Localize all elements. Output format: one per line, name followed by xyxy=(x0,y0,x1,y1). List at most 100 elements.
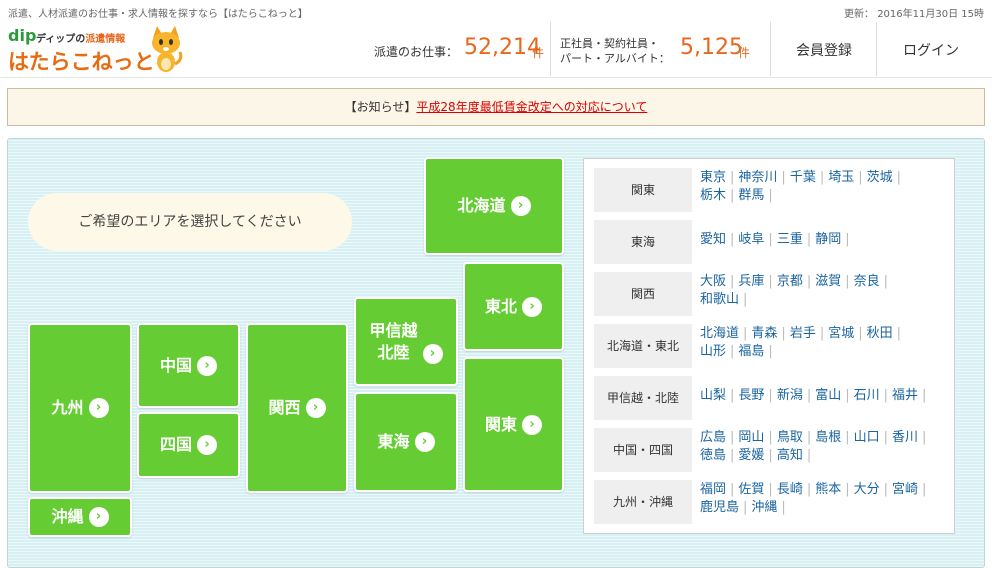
prefecture-link[interactable]: 栃木 xyxy=(700,188,726,203)
separator: | xyxy=(730,482,735,497)
prefecture-link[interactable]: 愛媛 xyxy=(738,448,764,463)
prefecture-link[interactable]: 三重 xyxy=(777,232,803,247)
region-okinawa-button[interactable]: 沖縄 › xyxy=(28,497,132,537)
prefecture-link[interactable]: 徳島 xyxy=(700,448,726,463)
separator: | xyxy=(730,448,735,463)
prefecture-link[interactable]: 静岡 xyxy=(815,232,841,247)
prefecture-link[interactable]: 長野 xyxy=(738,388,764,403)
prefecture-link[interactable]: 香川 xyxy=(892,430,918,445)
prefecture-link[interactable]: 青森 xyxy=(751,326,777,341)
prefecture-link[interactable]: 京都 xyxy=(777,274,803,289)
prefecture-link[interactable]: 山形 xyxy=(700,344,726,359)
prefecture-link[interactable]: 長崎 xyxy=(777,482,803,497)
chevron-right-icon: › xyxy=(414,432,435,452)
prefecture-link[interactable]: 高知 xyxy=(777,448,803,463)
prefecture-link[interactable]: 奈良 xyxy=(854,274,880,289)
separator: | xyxy=(845,388,850,403)
prefecture-link[interactable]: 岡山 xyxy=(738,430,764,445)
separator: | xyxy=(845,430,850,445)
site-header: dip ディップの派遣情報 はたらこねっと 派遣のお仕事： 52,214 件 正… xyxy=(0,22,992,78)
prefecture-link[interactable]: 千葉 xyxy=(790,170,816,185)
separator: | xyxy=(730,170,735,185)
register-button[interactable]: 会員登録 xyxy=(772,22,877,76)
prefecture-link[interactable]: 佐賀 xyxy=(738,482,764,497)
separator: | xyxy=(768,430,773,445)
prefecture-link[interactable]: 茨城 xyxy=(867,170,893,185)
other-unit: 件 xyxy=(738,46,751,60)
prefecture-link[interactable]: 島根 xyxy=(815,430,841,445)
notice-link[interactable]: 平成28年度最低賃金改定への対応について xyxy=(416,100,647,114)
area-name: 東海 xyxy=(594,220,692,264)
chevron-right-icon: › xyxy=(197,435,217,455)
region-kanto-button[interactable]: 関東 › xyxy=(463,357,564,492)
prefecture-link[interactable]: 沖縄 xyxy=(751,500,777,515)
region-chugoku-button[interactable]: 中国 › xyxy=(137,323,240,408)
top-strip: 派遣、人材派遣のお仕事・求人情報を探すなら【はたらこねっと】 更新： 2016年… xyxy=(0,0,992,22)
prefecture-link[interactable]: 秋田 xyxy=(867,326,893,341)
prefecture-link[interactable]: 愛知 xyxy=(700,232,726,247)
login-button[interactable]: ログイン xyxy=(877,22,985,76)
separator: | xyxy=(743,292,748,307)
prefecture-link[interactable]: 滋賀 xyxy=(815,274,841,289)
region-koshinetsu-hokuriku-button[interactable]: 甲信越 北陸 › xyxy=(354,297,458,386)
prefecture-link[interactable]: 福岡 xyxy=(700,482,726,497)
prefecture-link[interactable]: 大阪 xyxy=(700,274,726,289)
prefecture-link[interactable]: 神奈川 xyxy=(738,170,777,185)
prefecture-link[interactable]: 岐阜 xyxy=(738,232,764,247)
prefecture-link[interactable]: 埼玉 xyxy=(828,170,854,185)
prefecture-link[interactable]: 石川 xyxy=(854,388,880,403)
prefecture-link[interactable]: 鳥取 xyxy=(777,430,803,445)
prefecture-link[interactable]: 福島 xyxy=(738,344,764,359)
prefecture-link[interactable]: 鹿児島 xyxy=(700,500,739,515)
prefecture-link[interactable]: 北海道 xyxy=(700,326,739,341)
prefecture-link[interactable]: 岩手 xyxy=(790,326,816,341)
separator: | xyxy=(781,500,786,515)
chevron-right-icon: › xyxy=(422,344,443,364)
chevron-right-icon: › xyxy=(522,296,542,317)
prefecture-link[interactable]: 熊本 xyxy=(815,482,841,497)
separator: | xyxy=(819,170,825,185)
prefecture-link[interactable]: 福井 xyxy=(892,388,918,403)
prefecture-link[interactable]: 和歌山 xyxy=(700,292,739,307)
region-kansai-button[interactable]: 関西 › xyxy=(246,323,348,493)
prefecture-link[interactable]: 東京 xyxy=(700,170,726,185)
separator: | xyxy=(806,448,812,463)
separator: | xyxy=(819,326,825,341)
site-logo[interactable]: dip ディップの派遣情報 はたらこねっと xyxy=(6,22,186,76)
prefecture-link[interactable]: 新潟 xyxy=(777,388,803,403)
prefecture-link[interactable]: 大分 xyxy=(854,482,880,497)
area-selector: ご希望のエリアを選択してください 北海道 › 東北 › 甲信越 北陸 › 関東 › 東海 ›… xyxy=(7,138,985,568)
other-job-count: 正社員・契約社員・ パート・アルバイト： 5,125 件 xyxy=(560,22,771,76)
prefecture-link[interactable]: 山梨 xyxy=(700,388,726,403)
region-tokai-button[interactable]: 東海 › xyxy=(354,392,458,492)
separator: | xyxy=(768,448,773,463)
separator: | xyxy=(730,430,735,445)
region-hokkaido-button[interactable]: 北海道 › xyxy=(424,157,564,255)
other-label: 正社員・契約社員・ パート・アルバイト： xyxy=(560,37,670,65)
region-tohoku-button[interactable]: 東北 › xyxy=(463,262,564,351)
prefecture-link[interactable]: 宮崎 xyxy=(892,482,918,497)
separator: | xyxy=(922,482,927,497)
separator: | xyxy=(806,482,812,497)
haken-unit: 件 xyxy=(532,46,545,60)
prefecture-list: 愛知 | 岐阜 | 三重 | 静岡 | xyxy=(700,231,940,249)
prefecture-link[interactable]: 宮城 xyxy=(828,326,854,341)
region-kyushu-button[interactable]: 九州 › xyxy=(28,323,132,493)
chevron-right-icon: › xyxy=(88,507,109,527)
prefecture-link[interactable]: 群馬 xyxy=(738,188,764,203)
prefecture-link[interactable]: 広島 xyxy=(700,430,726,445)
notice-prefix: 【お知らせ】 xyxy=(344,100,417,114)
prefecture-link[interactable]: 富山 xyxy=(815,388,841,403)
haken-job-count: 派遣のお仕事： 52,214 件 xyxy=(374,22,551,76)
prefecture-link[interactable]: 山口 xyxy=(854,430,880,445)
cat-mascot-icon xyxy=(152,26,183,72)
prefecture-link[interactable]: 兵庫 xyxy=(738,274,764,289)
separator: | xyxy=(730,388,735,403)
separator: | xyxy=(730,232,735,247)
logo-subtitle: ディップの派遣情報 xyxy=(36,34,126,45)
separator: | xyxy=(781,326,786,341)
update-timestamp: 更新： 2016年11月30日 15時 xyxy=(844,9,984,20)
region-shikoku-button[interactable]: 四国 › xyxy=(137,412,240,478)
separator: | xyxy=(858,170,863,185)
area-prompt: ご希望のエリアを選択してください xyxy=(28,193,352,251)
